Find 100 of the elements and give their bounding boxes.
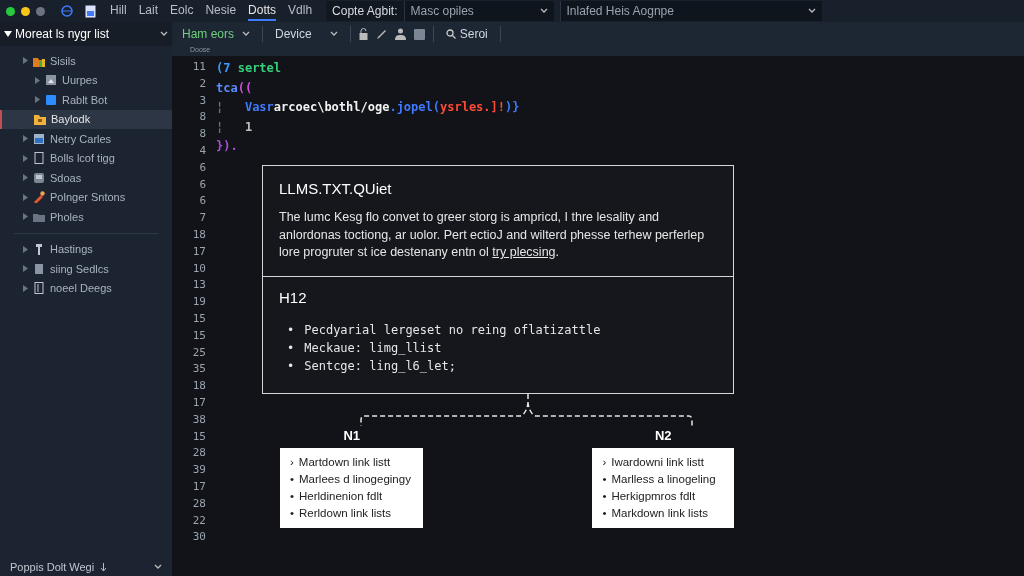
line-number: 8 <box>199 109 206 126</box>
chevron-down-icon <box>242 31 250 37</box>
bullet-marker: • <box>290 506 295 521</box>
line-number: 4 <box>199 143 206 159</box>
list-item: Marlees d linogegingy <box>299 472 411 487</box>
sort-icon[interactable] <box>100 562 108 572</box>
tree-item[interactable]: Netry Carles <box>0 129 172 149</box>
code-line: ¦ Vasrarcoec\bothl/oge.jopel(ysrles.]!)} <box>216 99 521 116</box>
caret-icon <box>4 31 12 37</box>
tree-item[interactable]: Sdoas <box>0 168 172 188</box>
bullet-text: Sentcge: ling_l6_let; <box>304 358 456 375</box>
list-item: Iwardowni link listt <box>611 455 704 470</box>
line-number: 6 <box>199 176 206 193</box>
line-number: 6 <box>199 159 206 176</box>
bullet-marker: › <box>602 455 607 470</box>
expand-arrow-icon[interactable] <box>35 96 40 104</box>
line-number: 15 <box>192 310 206 327</box>
project-dropdown[interactable]: Moreat ls nygr list <box>0 22 172 46</box>
expand-arrow-icon[interactable] <box>23 284 28 292</box>
bullet-text: Meckaue: limg_llist <box>304 340 442 357</box>
section-title: H12 <box>279 287 308 308</box>
person-icon[interactable] <box>394 28 406 40</box>
line-number: 19 <box>192 294 206 311</box>
pin-icon <box>33 243 45 256</box>
list-item: Herldinenion fdlt <box>299 489 383 504</box>
tree-item[interactable]: Baylodk <box>0 109 172 129</box>
menu-item[interactable]: Eolc <box>170 1 194 21</box>
device-dropdown[interactable]: Device <box>271 25 342 43</box>
line-number: 3 <box>199 92 206 109</box>
bullet-marker: • <box>287 340 295 357</box>
expand-arrow-icon[interactable] <box>23 154 28 162</box>
window-icon <box>33 132 45 145</box>
tree-item[interactable]: Pholes <box>0 207 172 227</box>
line-number: 11 <box>192 59 206 75</box>
square-icon[interactable] <box>413 28 425 40</box>
search-button[interactable]: Seroi <box>441 25 492 43</box>
tree-item[interactable]: siing Sedlcs <box>0 259 172 279</box>
tree-item[interactable]: Hastings <box>0 239 172 259</box>
line-number: 39 <box>192 462 206 479</box>
globe-icon[interactable] <box>61 5 73 17</box>
file-icon <box>33 152 45 165</box>
expand-arrow-icon[interactable] <box>23 245 28 253</box>
expand-arrow-icon[interactable] <box>23 265 28 273</box>
line-number: 38 <box>192 411 206 428</box>
scheme-dropdown[interactable]: Ham eors <box>178 25 254 43</box>
line-number: 17 <box>192 243 206 260</box>
list-item: Herkigpmros fdlt <box>611 489 696 504</box>
bullet-marker: • <box>602 472 607 487</box>
tree-item[interactable]: noeel Deegs <box>0 278 172 298</box>
dropdown-label: Copte Agbit: <box>326 1 404 21</box>
link[interactable]: try plecsing <box>492 245 556 259</box>
line-number: 28 <box>192 495 206 512</box>
tree-item[interactable]: Bolls lcof tigg <box>0 148 172 168</box>
line-number: 7 <box>199 210 206 227</box>
tree-item[interactable]: Uurpes <box>0 70 172 90</box>
line-number: 18 <box>192 226 206 243</box>
card-paragraph: The lumc Kesg flo convet to greer storg is ampricd, I thre lesality and anlordonas toctiong, ar uolor. Pert ectioJ and wilterd phesse terhew perferlep lore progruter st ice destenany entn ol try plecsing. <box>279 209 706 261</box>
expand-arrow-icon[interactable] <box>23 135 28 143</box>
chevron-down-icon <box>539 8 548 14</box>
expand-arrow-icon[interactable] <box>35 76 40 84</box>
package-icon <box>34 113 46 126</box>
tree-item[interactable]: Polnger Sntons <box>0 187 172 207</box>
document-icon <box>33 262 45 275</box>
chevron-down-icon[interactable] <box>154 564 162 570</box>
expand-arrow-icon[interactable] <box>23 213 28 221</box>
bullet-marker: • <box>290 472 295 487</box>
line-number: 28 <box>192 445 206 462</box>
file-icon[interactable] <box>85 4 96 18</box>
menu-item[interactable]: Hill <box>110 1 127 21</box>
expand-arrow-icon[interactable] <box>23 193 28 201</box>
chevron-down-icon <box>329 31 338 37</box>
menu-item[interactable]: Lait <box>138 1 159 21</box>
line-number: 2 <box>199 75 206 92</box>
bullet-marker: • <box>287 322 295 339</box>
image-icon <box>45 74 57 87</box>
line-number: 25 <box>192 344 206 361</box>
line-number: 6 <box>199 193 206 210</box>
dropdown-field[interactable]: Inlafed Heis Aognpe <box>559 1 822 21</box>
search-icon <box>445 29 456 39</box>
menu-item[interactable]: Nesie <box>205 1 237 21</box>
list-item: Marlless a linogeling <box>611 472 716 487</box>
code-line: (7 sertel <box>216 60 283 77</box>
app-icon <box>45 93 57 106</box>
bullet-marker: • <box>602 489 607 504</box>
bullet-marker: • <box>290 489 295 504</box>
chevron-down-icon <box>160 31 168 37</box>
lock-icon[interactable] <box>358 28 368 40</box>
code-line: }). <box>216 138 239 155</box>
list-item: Martdown link listt <box>298 455 391 470</box>
expand-arrow-icon[interactable] <box>23 174 28 182</box>
dropdown-field[interactable]: Masc opiles <box>403 1 554 21</box>
tree-item[interactable]: Rablt Bot <box>0 90 172 110</box>
card-title: LLMS.TXT.QUiet <box>279 178 393 199</box>
menu-item[interactable]: Vdlh <box>288 1 313 21</box>
line-number: 18 <box>192 378 206 395</box>
code-line: ¦ 1 <box>216 118 254 136</box>
expand-arrow-icon[interactable] <box>23 57 28 65</box>
line-number: 17 <box>192 394 206 411</box>
pencil-icon[interactable] <box>375 28 387 40</box>
tree-item[interactable]: Sisils <box>0 51 172 71</box>
